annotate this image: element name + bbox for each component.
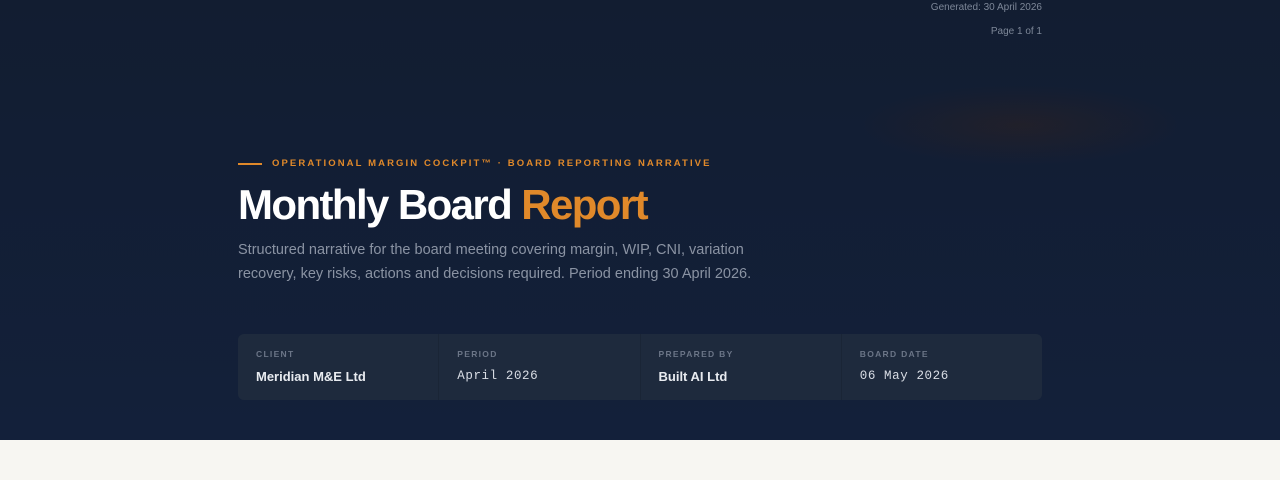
- info-label: BOARD DATE: [859, 349, 929, 359]
- page-body: [0, 440, 1280, 480]
- info-client: CLIENT Meridian M&E Ltd: [238, 334, 440, 400]
- info-period: PERIOD April 2026: [439, 334, 641, 400]
- page-title: Monthly Board Report: [238, 180, 649, 230]
- info-label: PERIOD: [457, 349, 498, 359]
- info-value: April 2026: [457, 369, 539, 383]
- title-main: Monthly Board: [238, 181, 513, 228]
- title-accent: Report: [521, 181, 648, 228]
- info-label: PREPARED BY: [658, 349, 734, 359]
- info-label: CLIENT: [256, 349, 295, 359]
- report-description: Structured narrative for the board meeti…: [238, 242, 752, 282]
- generated-date: Generated: 30 April 2026: [930, 2, 1042, 13]
- info-value: 06 May 2026: [859, 369, 949, 383]
- eyebrow-text: OPERATIONAL MARGIN COCKPIT™ · BOARD REPO…: [272, 158, 712, 169]
- page-number: Page 1 of 1: [990, 26, 1042, 37]
- report-header: Generated: 30 April 2026 Page 1 of 1 OPE…: [0, 0, 1280, 440]
- report-info-card: CLIENT Meridian M&E Ltd PERIOD April 202…: [238, 334, 1042, 400]
- eyebrow: OPERATIONAL MARGIN COCKPIT™ · BOARD REPO…: [238, 158, 712, 169]
- info-board-date: BOARD DATE 06 May 2026: [842, 334, 1042, 400]
- info-prepared-by: PREPARED BY Built AI Ltd: [641, 334, 842, 400]
- report-meta: Generated: 30 April 2026 Page 1 of 1: [931, 0, 1042, 44]
- info-value: Meridian M&E Ltd: [256, 369, 366, 384]
- info-value: Built AI Ltd: [658, 369, 728, 384]
- eyebrow-rule: [238, 162, 262, 165]
